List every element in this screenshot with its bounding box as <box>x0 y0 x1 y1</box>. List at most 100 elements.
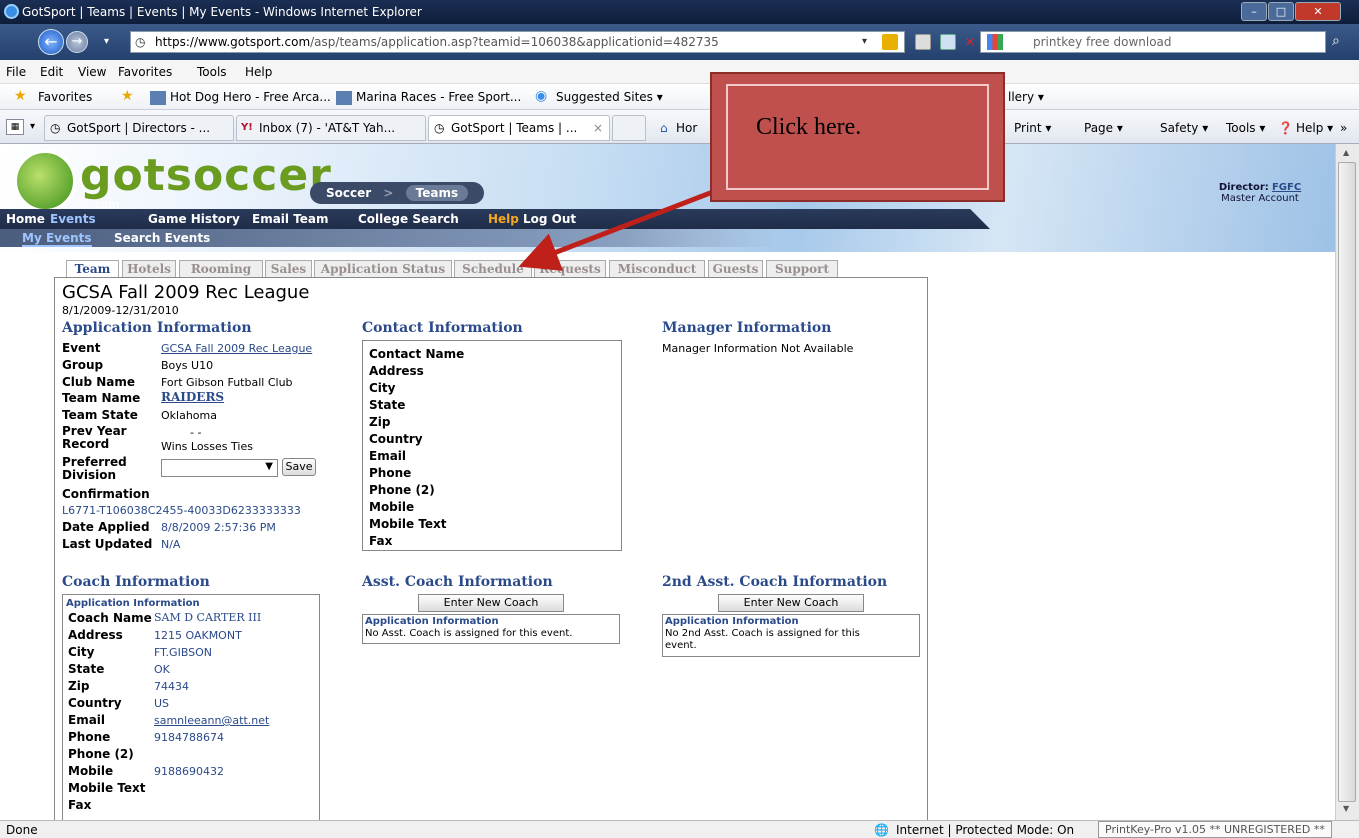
favorite-web-slice-gallery[interactable]: llery ▾ <box>1008 90 1044 104</box>
tab-application-status[interactable]: Application Status <box>314 260 452 278</box>
coach-info-heading: Coach Information <box>62 574 210 590</box>
add-favorite-icon[interactable]: ★ <box>121 88 134 104</box>
tab-sales[interactable]: Sales <box>265 260 312 278</box>
coach-name-label: Coach Name <box>68 611 152 625</box>
tab-close-icon[interactable]: × <box>593 116 603 140</box>
refresh-icon[interactable] <box>940 34 956 50</box>
stop-icon[interactable]: ✕ <box>962 34 978 50</box>
director-link[interactable]: FGFC <box>1272 182 1301 193</box>
vertical-scrollbar[interactable]: ▲ ▼ <box>1335 144 1359 820</box>
forward-button[interactable]: → <box>66 31 88 53</box>
search-icon[interactable]: ⌕ <box>1332 33 1340 49</box>
window-title-bar: GotSport | Teams | Events | My Events - … <box>0 0 1359 24</box>
toolbar-overflow-icon[interactable]: » <box>1340 121 1347 135</box>
tab-rooming[interactable]: Rooming <box>179 260 263 278</box>
enter-new-asst2-coach-button[interactable]: Enter New Coach <box>718 594 864 612</box>
favorites-button[interactable]: Favorites <box>38 90 92 104</box>
tab-support[interactable]: Support <box>766 260 838 278</box>
breadcrumb-soccer[interactable]: Soccer <box>326 186 371 200</box>
coach-mobile-label: Mobile <box>68 764 114 778</box>
menu-tools[interactable]: Tools <box>197 65 227 79</box>
menu-favorites[interactable]: Favorites <box>118 65 172 79</box>
nav-help[interactable]: Help <box>488 212 519 226</box>
breadcrumb-teams[interactable]: Teams <box>405 185 469 201</box>
lock-icon[interactable] <box>882 34 898 50</box>
nav-college-search[interactable]: College Search <box>358 212 459 226</box>
address-domain: www.gotsport.com <box>198 35 311 49</box>
quick-tabs-icon[interactable]: ▦ <box>6 119 24 135</box>
favorite-suggested-sites[interactable]: Suggested Sites ▾ <box>556 90 663 104</box>
help-menu[interactable]: Help ▾ <box>1296 121 1333 135</box>
maximize-button[interactable]: □ <box>1268 2 1294 21</box>
scrollbar-thumb[interactable] <box>1338 162 1356 802</box>
tab-hotels[interactable]: Hotels <box>122 260 176 278</box>
favorite-hot-dog-hero[interactable]: Hot Dog Hero - Free Arca... <box>170 90 331 104</box>
favorites-bar: ★ Favorites ★ Hot Dog Hero - Free Arca..… <box>0 84 1359 110</box>
address-input[interactable]: ◷ https://www.gotsport.com/asp/teams/app… <box>130 31 905 53</box>
nav-game-history[interactable]: Game History <box>148 212 240 226</box>
team-name-link[interactable]: RAIDERS <box>161 390 224 404</box>
tab-gotsport-teams[interactable]: ◷ GotSport | Teams | ... × <box>428 115 610 141</box>
team-name-label: Team Name <box>62 391 141 405</box>
tab-guests[interactable]: Guests <box>708 260 763 278</box>
suggested-sites-icon: ◉ <box>535 88 548 104</box>
minimize-button[interactable]: – <box>1241 2 1267 21</box>
tools-menu[interactable]: Tools ▾ <box>1226 121 1265 135</box>
coach-email-link[interactable]: samnleeann@att.net <box>154 714 269 727</box>
tab-misconduct[interactable]: Misconduct <box>609 260 705 278</box>
nav-events[interactable]: Events <box>50 212 96 226</box>
nav-log-out[interactable]: Log Out <box>523 212 576 226</box>
coach-mobile-value: 9188690432 <box>154 765 224 778</box>
subnav-my-events[interactable]: My Events <box>22 231 92 247</box>
home-icon[interactable]: ⌂ <box>660 121 668 135</box>
favorite-marina-races[interactable]: Marina Races - Free Sport... <box>356 90 521 104</box>
tab-gotsport-directors[interactable]: ◷ GotSport | Directors - ... <box>44 115 234 141</box>
manager-info-message: Manager Information Not Available <box>662 342 854 355</box>
tab-list-chevron-icon[interactable]: ▾ <box>30 121 35 132</box>
subnav-search-events[interactable]: Search Events <box>114 231 210 245</box>
tab-inbox[interactable]: Y! Inbox (7) - 'AT&T Yah... <box>236 115 426 141</box>
site-header: gotsoccer .com Soccer > Teams Director: … <box>0 144 1335 252</box>
team-state-label: Team State <box>62 408 138 422</box>
nav-home[interactable]: Home <box>6 212 45 226</box>
enter-new-asst-coach-button[interactable]: Enter New Coach <box>418 594 564 612</box>
address-dropdown-icon[interactable]: ▾ <box>862 36 867 47</box>
breadcrumb-separator-icon: > <box>383 186 394 200</box>
preferred-division-select[interactable]: ▼ <box>161 459 278 477</box>
print-menu[interactable]: Print ▾ <box>1014 121 1051 135</box>
event-link[interactable]: GCSA Fall 2009 Rec League <box>161 342 312 355</box>
tab-team[interactable]: Team <box>66 260 119 278</box>
safety-menu[interactable]: Safety ▾ <box>1160 121 1208 135</box>
recent-pages-chevron-icon[interactable]: ▾ <box>104 36 109 47</box>
nav-email-team[interactable]: Email Team <box>252 212 329 226</box>
close-window-button[interactable]: ✕ <box>1295 2 1341 21</box>
contact-address-label: Address <box>369 364 424 378</box>
page-menu[interactable]: Page ▾ <box>1084 121 1123 135</box>
tab-schedule[interactable]: Schedule <box>454 260 532 278</box>
search-input[interactable]: printkey free download <box>980 31 1326 53</box>
menu-file[interactable]: File <box>6 65 26 79</box>
compatibility-icon[interactable] <box>915 34 931 50</box>
site-logo[interactable]: gotsoccer <box>80 150 332 201</box>
event-title: GCSA Fall 2009 Rec League <box>62 282 310 303</box>
coach-zip-label: Zip <box>68 679 90 693</box>
confirmation-value: L6771-T106038C2455-40033D6233333333 <box>62 504 301 517</box>
menu-view[interactable]: View <box>78 65 106 79</box>
contact-fax-label: Fax <box>369 534 393 548</box>
tab-requests[interactable]: Requests <box>534 260 606 278</box>
save-button[interactable]: Save <box>282 458 316 476</box>
back-button[interactable]: ← <box>38 29 64 55</box>
account-type: Master Account <box>1221 193 1299 204</box>
scroll-down-icon[interactable]: ▼ <box>1343 804 1349 813</box>
status-text: Done <box>6 823 38 837</box>
security-zone[interactable]: Internet | Protected Mode: On <box>896 823 1074 837</box>
coach-address-label: Address <box>68 628 123 642</box>
scroll-up-icon[interactable]: ▲ <box>1343 148 1349 157</box>
menu-edit[interactable]: Edit <box>40 65 63 79</box>
contact-name-label: Contact Name <box>369 347 465 361</box>
status-bar: Done 🌐 Internet | Protected Mode: On Pri… <box>0 820 1359 838</box>
menu-help[interactable]: Help <box>245 65 272 79</box>
new-tab-button[interactable] <box>612 115 646 141</box>
home-button-label[interactable]: Hor <box>676 121 697 135</box>
contact-phone-label: Phone <box>369 466 412 480</box>
